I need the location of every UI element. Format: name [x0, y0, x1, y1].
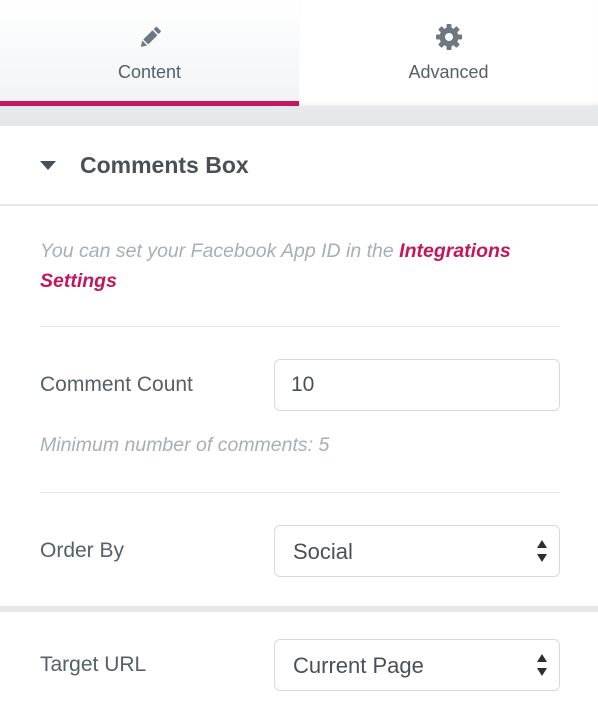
comment-count-helper: Minimum number of comments: 5	[40, 434, 330, 456]
comment-count-field[interactable]	[274, 359, 560, 411]
order-by-select[interactable]: Social	[274, 525, 560, 577]
order-by-value: Social	[293, 539, 353, 564]
gear-icon	[299, 22, 598, 52]
target-url-label: Target URL	[40, 653, 147, 676]
section-title: Comments Box	[80, 152, 249, 178]
caret-down-icon	[40, 161, 56, 170]
tab-content-label: Content	[117, 62, 182, 82]
facebook-app-id-note: You can set your Facebook App ID in the …	[40, 236, 560, 296]
target-url-value: Current Page	[293, 653, 424, 678]
note-text: You can set your Facebook App ID in the	[40, 240, 400, 262]
select-arrows-icon	[537, 540, 547, 562]
order-by-label: Order By	[40, 539, 125, 562]
panel-tabs: Content Advanced	[0, 0, 598, 106]
pencil-icon	[0, 22, 299, 52]
select-arrows-icon	[537, 654, 547, 676]
tab-content[interactable]: Content	[0, 0, 300, 106]
divider	[40, 326, 560, 327]
target-url-select[interactable]: Current Page	[274, 639, 560, 691]
divider	[40, 492, 560, 493]
section-divider-band	[0, 606, 598, 612]
comment-count-label: Comment Count	[40, 373, 193, 396]
comment-count-input[interactable]	[291, 360, 541, 410]
panel-divider-band	[0, 106, 598, 126]
section-toggle-comments-box[interactable]: Comments Box	[0, 126, 598, 206]
tab-advanced[interactable]: Advanced	[299, 0, 598, 106]
tab-advanced-label: Advanced	[408, 62, 489, 82]
